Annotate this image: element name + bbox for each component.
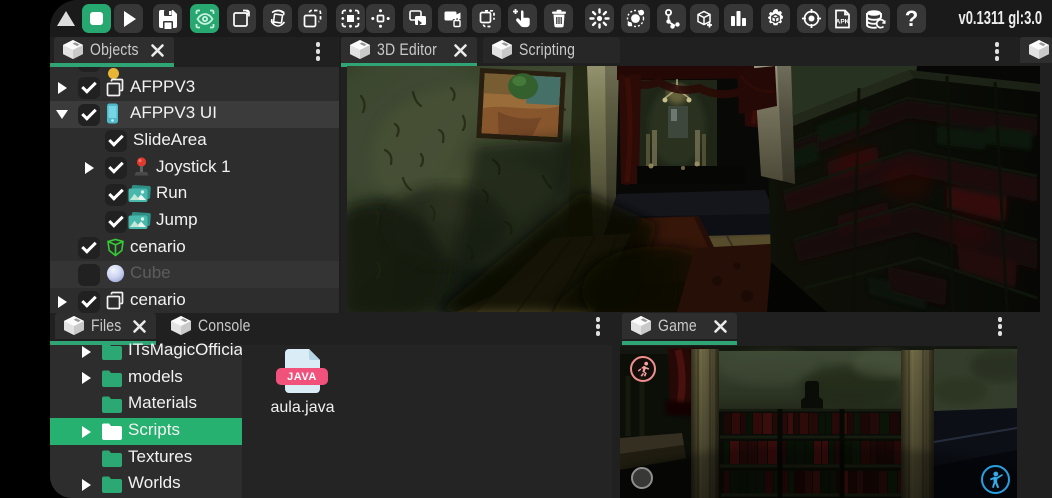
svg-text:APK: APK	[836, 18, 850, 25]
